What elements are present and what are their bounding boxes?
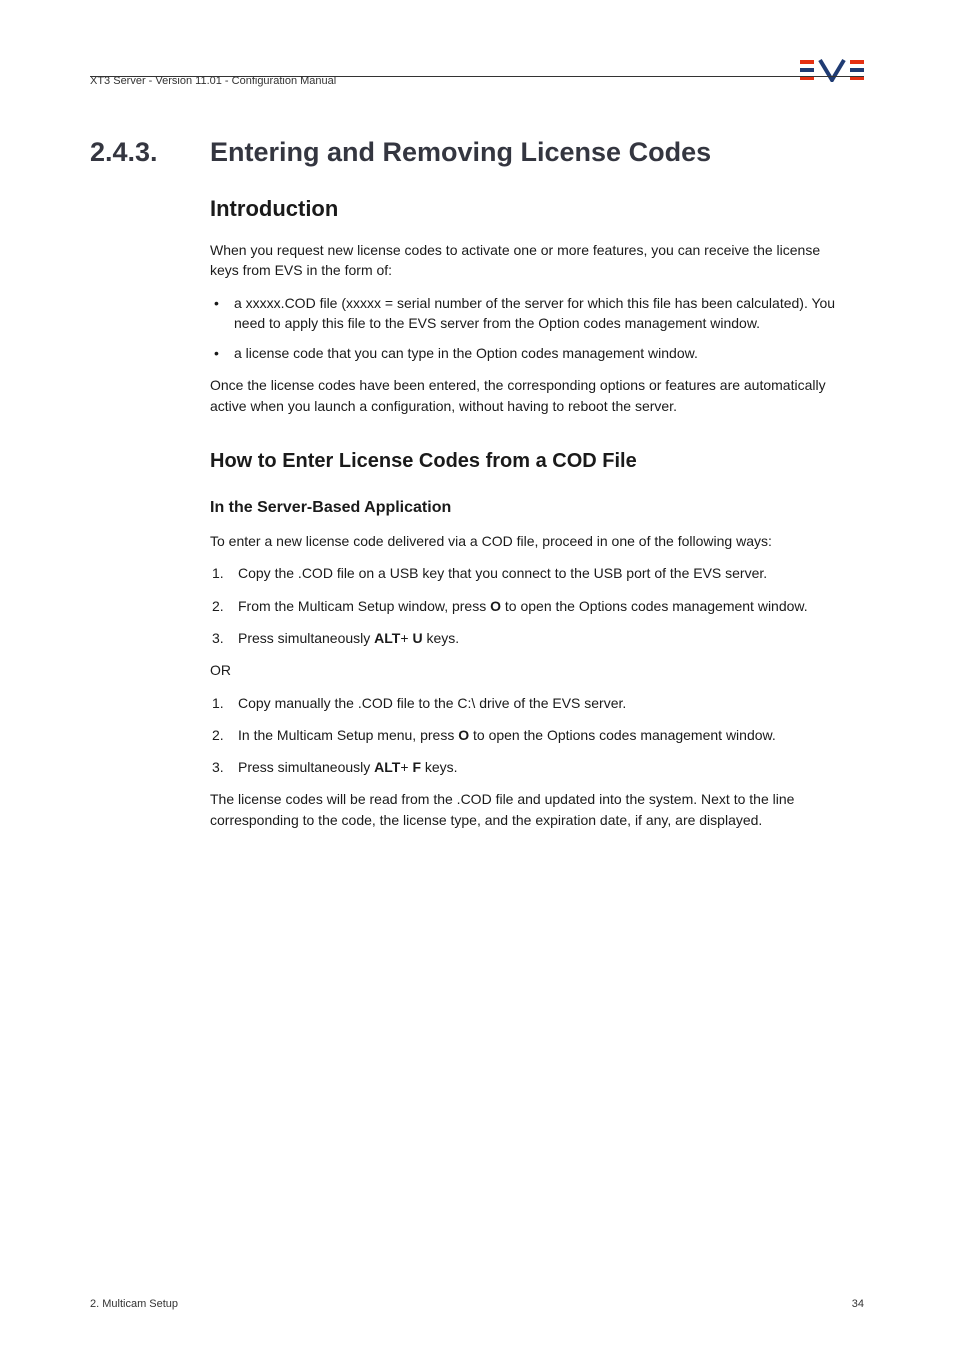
footer-left: 2. Multicam Setup — [90, 1298, 178, 1310]
or-separator: OR — [210, 660, 850, 680]
section-heading: 2.4.3. Entering and Removing License Cod… — [90, 137, 864, 168]
key-label: F — [412, 759, 421, 775]
howto-list-2: Copy manually the .COD file to the C:\ d… — [210, 693, 850, 778]
howto-list-1: Copy the .COD file on a USB key that you… — [210, 563, 850, 648]
key-label: O — [458, 727, 469, 743]
list-item: Copy the .COD file on a USB key that you… — [210, 563, 850, 583]
key-label: O — [490, 598, 501, 614]
list-item: In the Multicam Setup menu, press O to o… — [210, 725, 850, 745]
text-span: keys. — [423, 630, 460, 646]
page: XT3 Server - Version 11.01 - Configurati… — [0, 0, 954, 1350]
intro-paragraph-1: When you request new license codes to ac… — [210, 240, 850, 281]
content-area: 2.4.3. Entering and Removing License Cod… — [90, 93, 864, 830]
list-item: Copy manually the .COD file to the C:\ d… — [210, 693, 850, 713]
howto-heading: How to Enter License Codes from a COD Fi… — [210, 450, 864, 473]
footer: 2. Multicam Setup 34 — [90, 1298, 864, 1310]
section-number: 2.4.3. — [90, 137, 210, 168]
howto-paragraph-1: To enter a new license code delivered vi… — [210, 531, 850, 551]
list-item: Press simultaneously ALT+ U keys. — [210, 628, 850, 648]
text-span: to open the Options codes management win… — [501, 598, 808, 614]
key-label: ALT — [374, 759, 400, 775]
intro-heading: Introduction — [210, 196, 864, 222]
list-item: Press simultaneously ALT+ F keys. — [210, 757, 850, 777]
header-divider — [90, 76, 864, 77]
text-span: + — [400, 759, 412, 775]
section-title: Entering and Removing License Codes — [210, 137, 711, 168]
key-label: U — [412, 630, 422, 646]
howto-paragraph-2: The license codes will be read from the … — [210, 789, 850, 830]
evs-logo — [800, 58, 864, 87]
text-span: In the Multicam Setup menu, press — [238, 727, 458, 743]
text-span: Press simultaneously — [238, 630, 374, 646]
text-span: to open the Options codes management win… — [469, 727, 776, 743]
key-label: ALT — [374, 630, 400, 646]
text-span: Press simultaneously — [238, 759, 374, 775]
list-item: From the Multicam Setup window, press O … — [210, 596, 850, 616]
howto-subheading: In the Server-Based Application — [210, 499, 864, 517]
text-span: keys. — [421, 759, 458, 775]
list-item: a license code that you can type in the … — [210, 343, 850, 363]
page-number: 34 — [852, 1298, 864, 1310]
text-span: From the Multicam Setup window, press — [238, 598, 490, 614]
text-span: + — [400, 630, 412, 646]
intro-bullets: a xxxxx.COD file (xxxxx = serial number … — [210, 293, 850, 364]
list-item: a xxxxx.COD file (xxxxx = serial number … — [210, 293, 850, 334]
intro-paragraph-2: Once the license codes have been entered… — [210, 375, 850, 416]
